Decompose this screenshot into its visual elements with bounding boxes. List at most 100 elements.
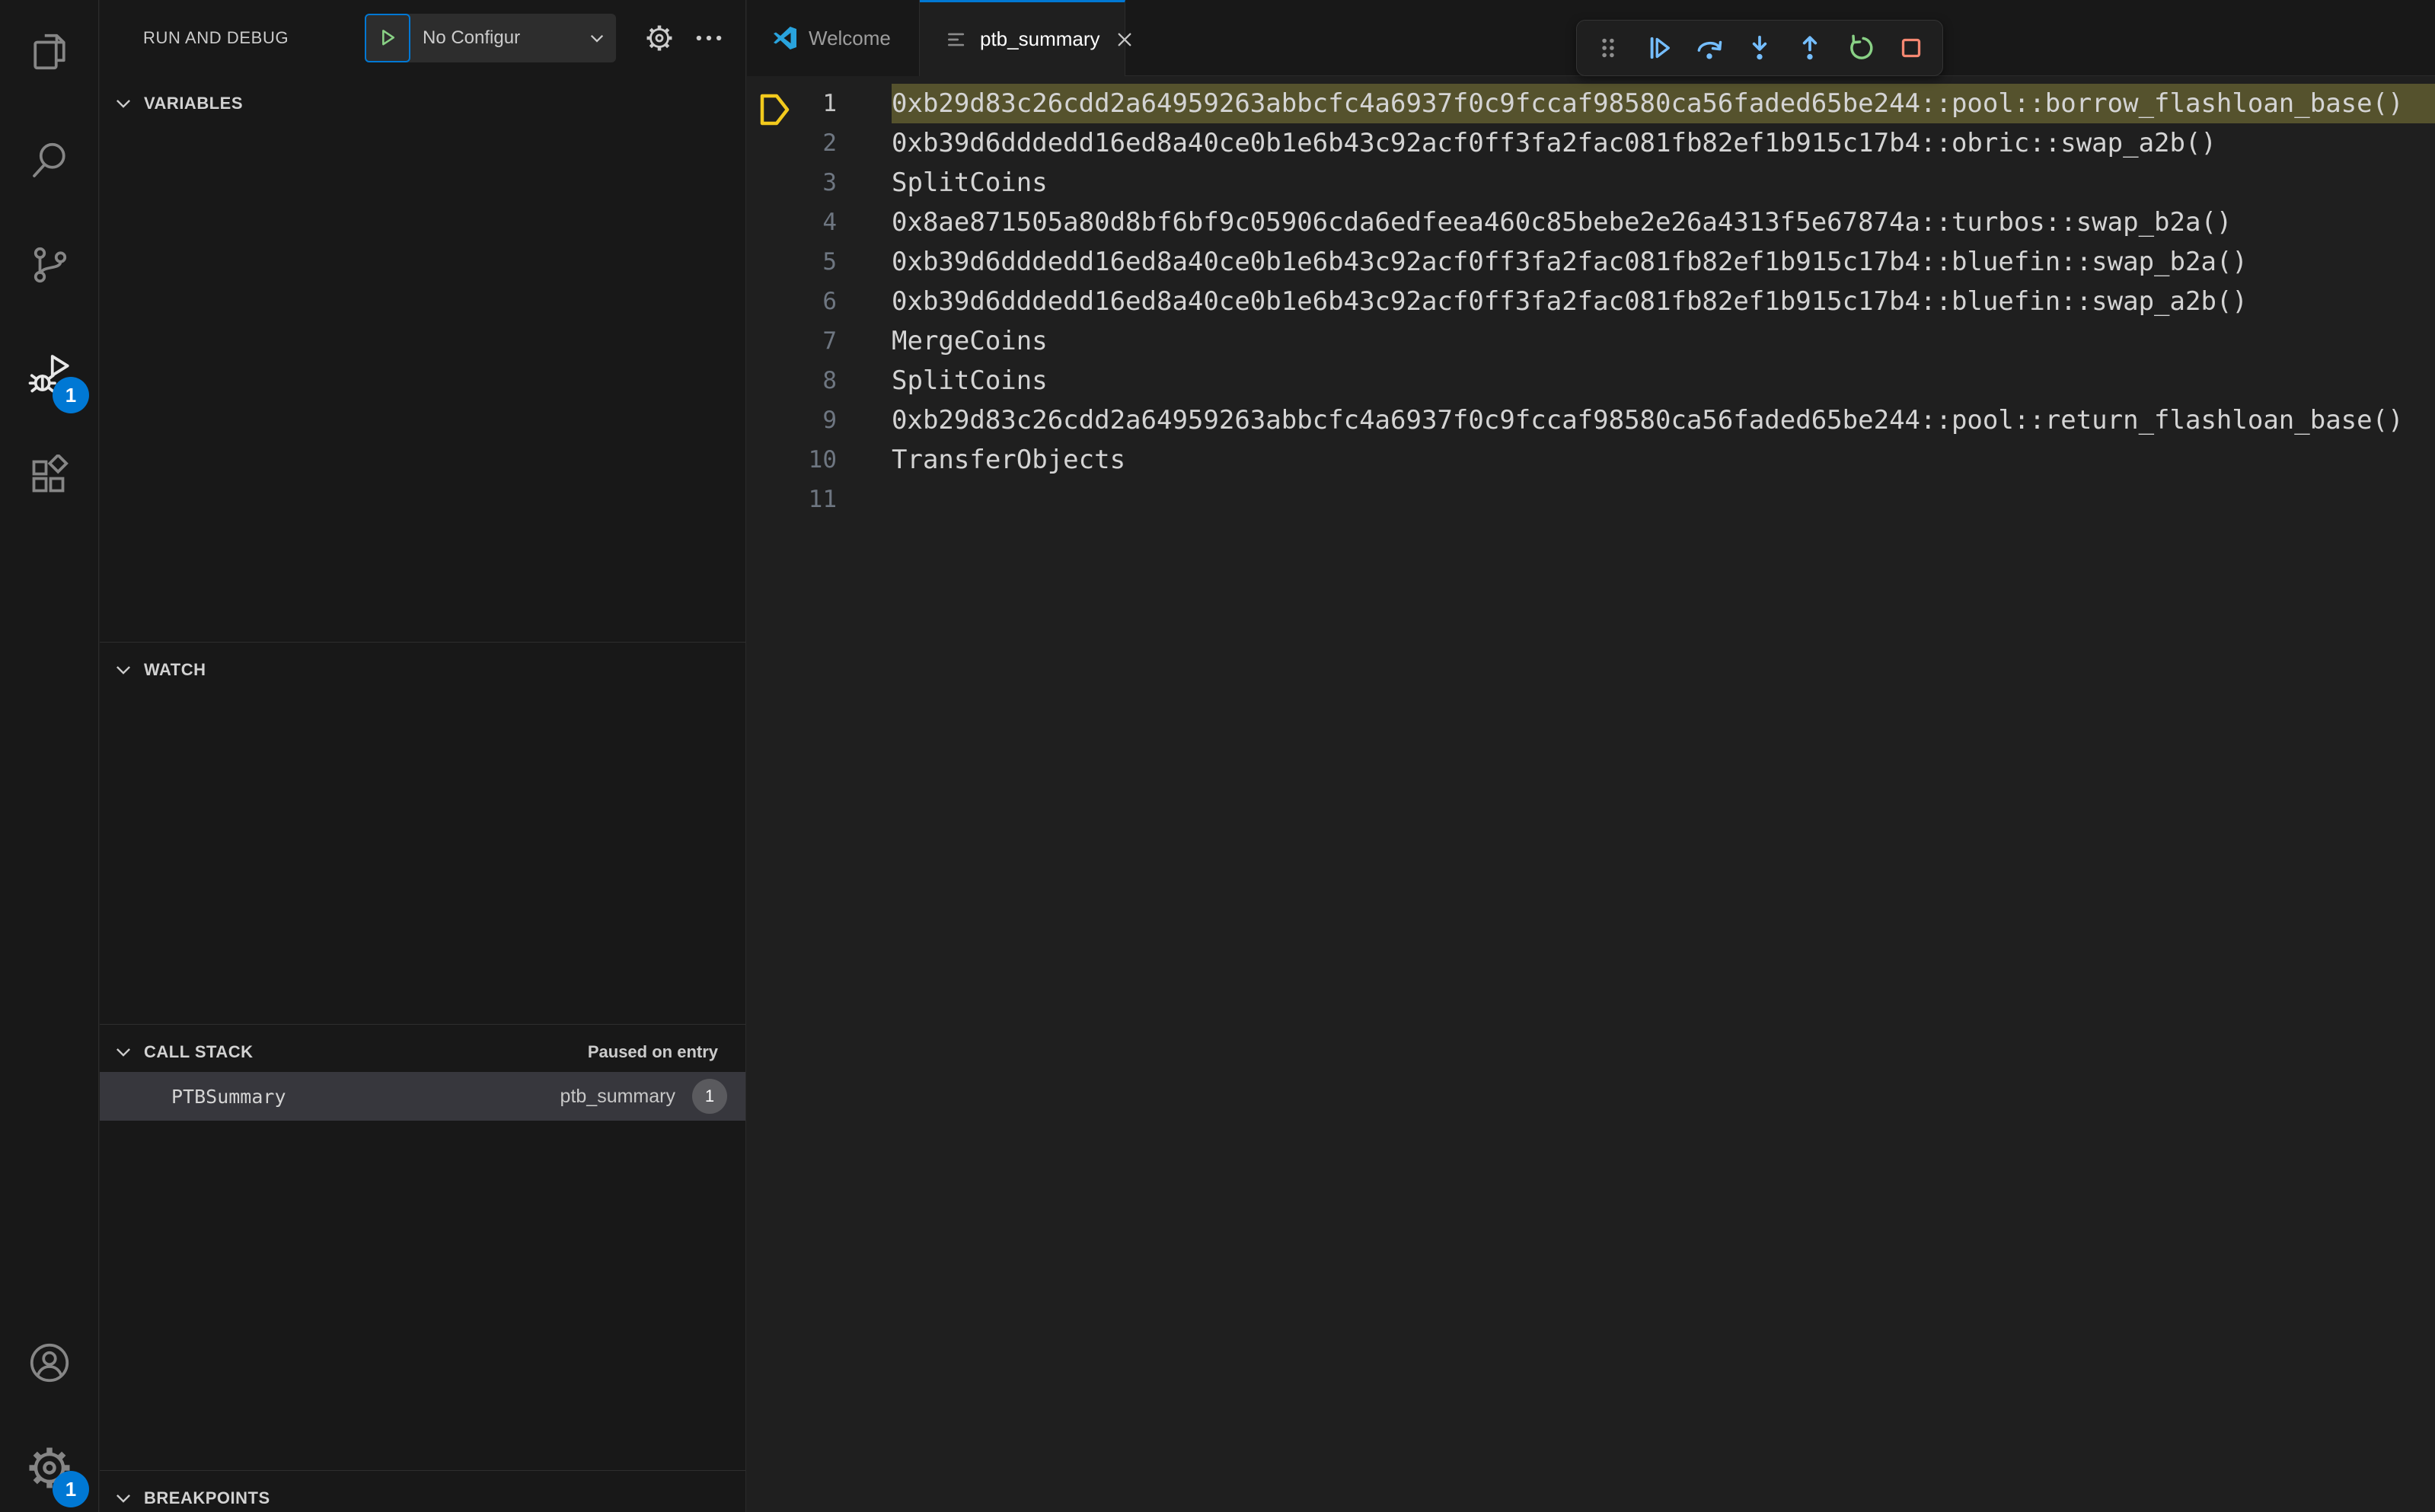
line-number: 5 — [822, 248, 837, 276]
editor-lines: 1 0xb29d83c26cdd2a64959263abbcfc4a6937f0… — [747, 76, 2435, 519]
gutter[interactable]: 2 — [747, 129, 860, 157]
code-text[interactable]: 0x8ae871505a80d8bf6bf9c05906cda6edfeea46… — [892, 207, 2232, 238]
breakpoints-label: BREAKPOINTS — [144, 1488, 270, 1507]
list-icon — [944, 27, 970, 53]
frame-name: PTBSummary — [171, 1085, 286, 1108]
line-number: 9 — [822, 407, 837, 434]
gutter-line-1[interactable]: 1 — [747, 90, 860, 126]
activity-bar: 1 1 — [0, 0, 99, 1512]
toolbar-drag-handle[interactable] — [1587, 27, 1629, 69]
code-text[interactable]: 0xb39d6dddedd16ed8a40ce0b1e6b43c92acf0ff… — [892, 286, 2248, 317]
restart-button[interactable] — [1840, 27, 1882, 69]
vscode-logo-icon — [771, 24, 799, 52]
code-text[interactable]: SplitCoins — [892, 365, 1048, 396]
editor-line[interactable]: 10 TransferObjects — [747, 440, 2435, 480]
step-over-button[interactable] — [1688, 27, 1731, 69]
editor-line[interactable]: 11 — [747, 480, 2435, 519]
activitybar-settings[interactable]: 1 — [0, 1425, 98, 1510]
activitybar-run-and-debug[interactable]: 1 — [0, 331, 98, 416]
gutter[interactable]: 6 — [747, 288, 860, 315]
line-number: 8 — [822, 367, 837, 394]
activitybar-explorer[interactable] — [0, 9, 98, 94]
chevron-down-icon — [113, 660, 133, 680]
gutter[interactable]: 9 — [747, 407, 860, 434]
call-stack-frame[interactable]: PTBSummary ptb_summary 1 — [100, 1072, 745, 1121]
line-number: 6 — [822, 288, 837, 315]
gutter[interactable]: 7 — [747, 327, 860, 355]
debug-config-dropdown[interactable]: No Configur — [410, 27, 587, 49]
debug-settings-button[interactable] — [643, 22, 675, 54]
gutter[interactable]: 8 — [747, 367, 860, 394]
ellipsis-icon — [696, 35, 722, 41]
step-into-button[interactable] — [1738, 27, 1781, 69]
line-number: 1 — [822, 90, 837, 117]
chevron-down-icon — [113, 1488, 133, 1508]
chevron-down-icon — [113, 1042, 133, 1062]
debug-toolbar — [1576, 20, 1943, 76]
line-number: 4 — [822, 209, 837, 236]
code-text[interactable]: MergeCoins — [892, 326, 1048, 356]
debug-step-out-icon — [1803, 36, 1817, 60]
run-and-debug-sidebar: RUN AND DEBUG No Configur VARIABLES WATC… — [100, 0, 746, 1512]
variables-label: VARIABLES — [144, 94, 243, 113]
editor-line[interactable]: 2 0xb39d6dddedd16ed8a40ce0b1e6b43c92acf0… — [747, 123, 2435, 163]
code-text[interactable]: 0xb29d83c26cdd2a64959263abbcfc4a6937f0c9… — [892, 88, 2404, 119]
editor-line[interactable]: 6 0xb39d6dddedd16ed8a40ce0b1e6b43c92acf0… — [747, 282, 2435, 321]
section-header-breakpoints[interactable]: BREAKPOINTS — [100, 1471, 745, 1512]
chevron-down-icon — [113, 94, 133, 113]
code-text[interactable]: 0xb29d83c26cdd2a64959263abbcfc4a6937f0c9… — [892, 405, 2404, 435]
activitybar-extensions[interactable] — [0, 435, 98, 520]
section-header-watch[interactable]: WATCH — [100, 643, 745, 697]
line-number: 10 — [808, 446, 837, 474]
editor-line[interactable]: 7 MergeCoins — [747, 321, 2435, 361]
gutter[interactable]: 10 — [747, 446, 860, 474]
gutter[interactable]: 3 — [747, 169, 860, 196]
activitybar-search[interactable] — [0, 118, 98, 203]
editor-line[interactable]: 5 0xb39d6dddedd16ed8a40ce0b1e6b43c92acf0… — [747, 242, 2435, 282]
debug-step-over-icon — [1697, 40, 1722, 59]
line-number: 3 — [822, 169, 837, 196]
frame-source: ptb_summary — [560, 1085, 675, 1107]
tab-label: Welcome — [809, 26, 891, 49]
debug-config-control[interactable]: No Configur — [365, 14, 616, 62]
more-actions-button[interactable] — [693, 22, 725, 54]
play-icon — [382, 30, 395, 46]
start-debugging-button[interactable] — [365, 14, 410, 62]
step-out-button[interactable] — [1789, 27, 1831, 69]
activitybar-source-control[interactable] — [0, 222, 98, 308]
tab-welcome[interactable]: Welcome — [747, 0, 920, 76]
editor-line[interactable]: 8 SplitCoins — [747, 361, 2435, 400]
gutter[interactable]: 11 — [747, 486, 860, 513]
code-text[interactable]: 0xb39d6dddedd16ed8a40ce0b1e6b43c92acf0ff… — [892, 247, 2248, 277]
section-header-variables[interactable]: VARIABLES — [100, 76, 745, 131]
gutter[interactable]: 4 — [747, 209, 860, 236]
call-stack-label: CALL STACK — [144, 1042, 254, 1061]
close-icon[interactable] — [1112, 27, 1137, 52]
code-text[interactable]: 0xb39d6dddedd16ed8a40ce0b1e6b43c92acf0ff… — [892, 128, 2216, 158]
extensions-icon — [32, 455, 69, 493]
account-icon — [30, 1343, 69, 1383]
activitybar-accounts[interactable] — [0, 1320, 98, 1405]
editor-line[interactable]: 3 SplitCoins — [747, 163, 2435, 203]
source-control-icon — [34, 247, 66, 283]
sidebar-title: RUN AND DEBUG — [143, 28, 289, 47]
editor-line[interactable]: 4 0x8ae871505a80d8bf6bf9c05906cda6edfeea… — [747, 203, 2435, 242]
tab-ptb-summary[interactable]: ptb_summary — [920, 0, 1131, 76]
debug-restart-icon — [1849, 34, 1873, 59]
editor-line[interactable]: 9 0xb29d83c26cdd2a64959263abbcfc4a6937f0… — [747, 400, 2435, 440]
execution-pointer-icon — [760, 94, 790, 126]
editor-pane[interactable]: 1 0xb29d83c26cdd2a64959263abbcfc4a6937f0… — [747, 76, 2435, 1512]
continue-button[interactable] — [1637, 27, 1680, 69]
stop-button[interactable] — [1890, 27, 1932, 69]
gear-icon — [646, 25, 672, 51]
code-text[interactable]: TransferObjects — [892, 445, 1125, 475]
gutter[interactable]: 5 — [747, 248, 860, 276]
debug-step-into-icon — [1752, 35, 1767, 60]
debug-badge: 1 — [53, 377, 89, 413]
gripper-icon — [1602, 38, 1614, 58]
paused-status: Paused on entry — [587, 1042, 718, 1061]
debug-continue-icon — [1651, 37, 1671, 59]
code-text[interactable]: SplitCoins — [892, 167, 1048, 198]
editor-line-current[interactable]: 1 0xb29d83c26cdd2a64959263abbcfc4a6937f0… — [747, 84, 2435, 126]
vscode-window: 1 1 RUN AND DEBUG No Configur VARIABLES … — [0, 0, 2435, 1512]
